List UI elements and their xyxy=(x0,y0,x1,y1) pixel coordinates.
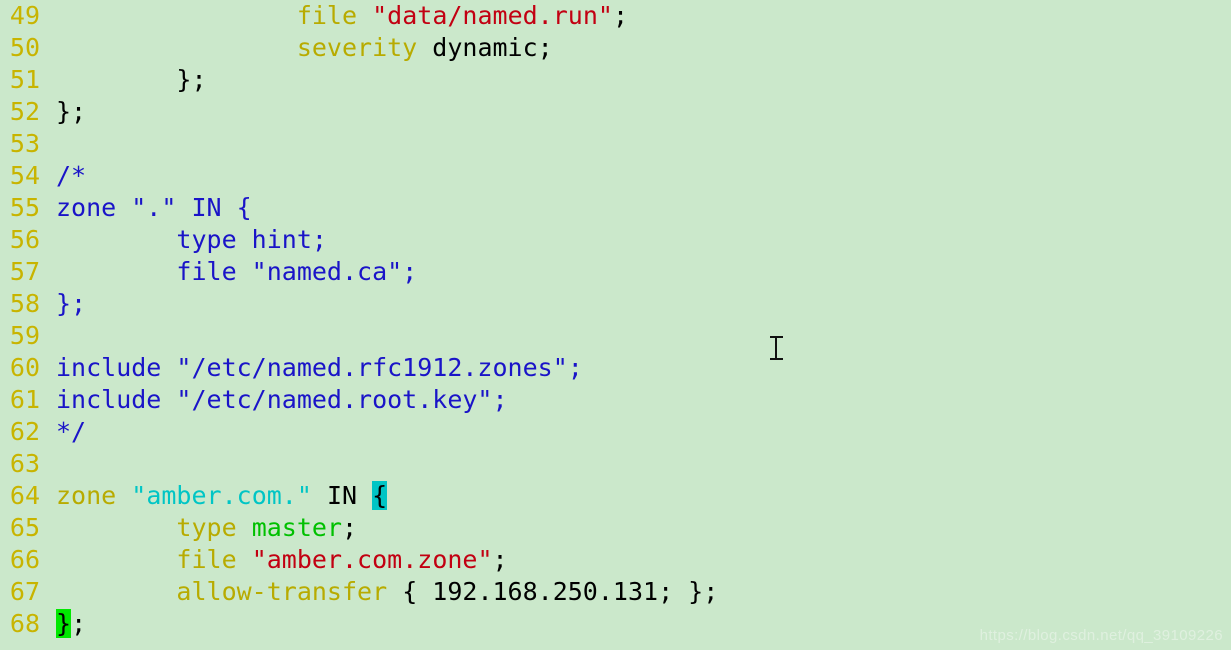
code-line[interactable]: 49 file "data/named.run"; xyxy=(0,0,1231,32)
code-token: */ xyxy=(56,417,87,446)
code-line[interactable]: 63 xyxy=(0,448,1231,480)
line-number: 51 xyxy=(9,65,40,94)
matching-brace-highlight: { xyxy=(372,481,388,510)
code-line[interactable]: 56 type hint; xyxy=(0,224,1231,256)
code-token: file xyxy=(296,1,358,30)
code-token: type hint; xyxy=(56,225,327,254)
code-token: "data/named.run" xyxy=(372,1,613,30)
line-code-text[interactable]: }; xyxy=(40,608,86,640)
line-number: 64 xyxy=(9,481,40,510)
code-token: master xyxy=(251,513,343,542)
code-token: IN xyxy=(311,481,373,510)
code-token: include "/etc/named.root.key"; xyxy=(56,385,508,414)
code-line[interactable]: 60 include "/etc/named.rfc1912.zones"; xyxy=(0,352,1231,384)
code-line[interactable]: 57 file "named.ca"; xyxy=(0,256,1231,288)
line-number: 57 xyxy=(9,257,40,286)
cursor-block-highlight: } xyxy=(56,609,72,638)
code-token: /* xyxy=(56,161,87,190)
code-token: zone xyxy=(56,481,117,510)
code-token: allow-transfer xyxy=(176,577,388,606)
line-code-text[interactable]: allow-transfer { 192.168.250.131; }; xyxy=(40,576,718,608)
code-line[interactable]: 54 /* xyxy=(0,160,1231,192)
line-code-text[interactable]: }; xyxy=(40,96,86,128)
code-token: { 192.168.250.131; }; xyxy=(387,577,719,606)
line-number: 68 xyxy=(9,609,40,638)
line-code-text[interactable]: file "amber.com.zone"; xyxy=(40,544,508,576)
code-line[interactable]: 64 zone "amber.com." IN { xyxy=(0,480,1231,512)
line-code-text[interactable]: file "named.ca"; xyxy=(40,256,417,288)
code-line[interactable]: 58}; xyxy=(0,288,1231,320)
code-token: ; xyxy=(71,609,87,638)
line-number: 55 xyxy=(9,193,40,222)
code-token: "amber.com.zone" xyxy=(251,545,493,574)
code-token: type xyxy=(176,513,237,542)
code-line[interactable]: 65 type master; xyxy=(0,512,1231,544)
code-editor-viewport[interactable]: 49 file "data/named.run"; 50 severity dyn… xyxy=(0,0,1231,650)
line-number: 54 xyxy=(9,161,40,190)
line-code-text[interactable]: zone "amber.com." IN { xyxy=(40,480,388,512)
line-code-text[interactable]: file "data/named.run"; xyxy=(40,0,628,32)
code-token: file xyxy=(176,545,237,574)
line-code-text[interactable]: type master; xyxy=(40,512,357,544)
line-number: 66 xyxy=(9,545,40,574)
code-line[interactable]: 50 severity dynamic; xyxy=(0,32,1231,64)
code-token: "amber.com." xyxy=(131,481,312,510)
line-number: 61 xyxy=(9,385,40,414)
line-code-text[interactable]: type hint; xyxy=(40,224,327,256)
line-code-text[interactable]: }; xyxy=(40,288,86,320)
watermark-text: https://blog.csdn.net/qq_39109226 xyxy=(979,627,1223,644)
code-token: include "/etc/named.rfc1912.zones"; xyxy=(56,353,583,382)
code-line[interactable]: 52}; xyxy=(0,96,1231,128)
code-line[interactable]: 59 xyxy=(0,320,1231,352)
line-number: 52 xyxy=(9,97,40,126)
line-number: 56 xyxy=(9,225,40,254)
code-line[interactable]: 67 allow-transfer { 192.168.250.131; }; xyxy=(0,576,1231,608)
code-token: ; xyxy=(492,545,508,574)
line-code-text[interactable]: zone "." IN { xyxy=(40,192,252,224)
line-code-text[interactable]: */ xyxy=(40,416,86,448)
line-number: 63 xyxy=(9,449,40,478)
line-code-text[interactable]: include "/etc/named.root.key"; xyxy=(40,384,508,416)
code-token: }; xyxy=(56,97,87,126)
line-code-text[interactable]: severity dynamic; xyxy=(40,32,553,64)
code-line[interactable]: 61 include "/etc/named.root.key"; xyxy=(0,384,1231,416)
line-number: 58 xyxy=(9,289,40,318)
line-code-text[interactable]: include "/etc/named.rfc1912.zones"; xyxy=(40,352,583,384)
line-number: 59 xyxy=(9,321,40,350)
code-line[interactable]: 55 zone "." IN { xyxy=(0,192,1231,224)
line-number: 50 xyxy=(9,33,40,62)
code-token: severity xyxy=(296,33,418,62)
line-code-text[interactable]: /* xyxy=(40,160,86,192)
code-token: ; xyxy=(342,513,358,542)
line-code-text[interactable]: }; xyxy=(40,64,207,96)
code-line[interactable]: 53 xyxy=(0,128,1231,160)
code-token: }; xyxy=(56,65,207,94)
line-number: 67 xyxy=(9,577,40,606)
code-line[interactable]: 51 }; xyxy=(0,64,1231,96)
line-number: 62 xyxy=(9,417,40,446)
code-lines-container[interactable]: 49 file "data/named.run"; 50 severity dyn… xyxy=(0,0,1231,640)
line-number: 65 xyxy=(9,513,40,542)
code-token: ; xyxy=(612,1,628,30)
code-token: }; xyxy=(56,289,87,318)
code-line[interactable]: 66 file "amber.com.zone"; xyxy=(0,544,1231,576)
line-number: 53 xyxy=(9,129,40,158)
line-number: 49 xyxy=(9,1,40,30)
code-line[interactable]: 62 */ xyxy=(0,416,1231,448)
line-number: 60 xyxy=(9,353,40,382)
code-token: file "named.ca"; xyxy=(56,257,418,286)
code-token: dynamic; xyxy=(417,33,553,62)
code-token: zone "." IN { xyxy=(56,193,252,222)
